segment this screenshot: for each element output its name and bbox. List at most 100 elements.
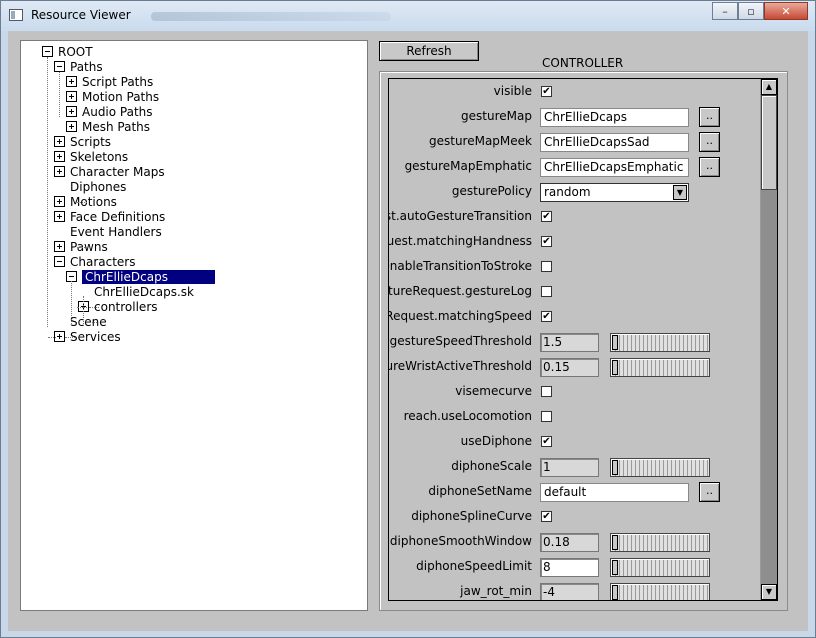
property-row: diphoneSmoothWindow 0.18 — [389, 531, 759, 553]
expand-icon[interactable] — [54, 196, 65, 207]
expand-icon[interactable] — [66, 91, 77, 102]
tree-item[interactable]: Characters — [54, 254, 136, 269]
property-text-field[interactable]: ChrEllieDcapsEmphatic — [540, 158, 689, 177]
browse-button[interactable]: .. — [699, 157, 720, 177]
tree-item[interactable]: ChrEllieDcaps — [66, 269, 215, 284]
scroll-thumb[interactable] — [761, 95, 777, 190]
tree-item[interactable]: Script Paths — [66, 74, 153, 89]
tree-item-label: Event Handlers — [70, 224, 162, 239]
slider-knob[interactable] — [612, 560, 618, 575]
tree-item-label: Diphones — [70, 179, 127, 194]
tree-item[interactable]: ROOT — [42, 44, 93, 59]
property-checkbox[interactable] — [541, 261, 552, 272]
property-row: jaw_rot_min -4 — [389, 581, 759, 600]
tree-item-label: Paths — [70, 59, 103, 74]
tree-connector — [77, 307, 87, 308]
property-slider[interactable] — [610, 533, 710, 552]
property-label: diphoneScale — [451, 459, 532, 473]
tree-item-label: ChrEllieDcaps — [82, 269, 215, 284]
collapse-icon[interactable] — [54, 61, 65, 72]
property-checkbox[interactable]: ✔ — [541, 311, 552, 322]
tree-item[interactable]: Audio Paths — [66, 104, 153, 119]
property-row: visible ✔ — [389, 81, 759, 103]
property-slider[interactable] — [610, 558, 710, 577]
property-number-field[interactable]: 1.5 — [540, 333, 599, 352]
property-checkbox[interactable]: ✔ — [541, 511, 552, 522]
tree-item[interactable]: Scripts — [54, 134, 111, 149]
property-number-field[interactable]: 0.18 — [540, 533, 599, 552]
scroll-track[interactable] — [761, 190, 777, 584]
property-slider[interactable] — [610, 358, 710, 377]
collapse-icon[interactable] — [42, 46, 53, 57]
scroll-up-icon[interactable]: ▲ — [761, 79, 777, 95]
browse-button[interactable]: .. — [699, 132, 720, 152]
expand-icon[interactable] — [66, 121, 77, 132]
tree-item[interactable]: Paths — [54, 59, 103, 74]
property-number-field[interactable]: 1 — [540, 458, 599, 477]
property-checkbox[interactable] — [541, 411, 552, 422]
tree-item[interactable]: Services — [54, 329, 121, 344]
minimize-button[interactable]: – — [712, 2, 738, 20]
slider-knob[interactable] — [612, 535, 618, 550]
property-row: diphoneSpeedLimit 8 — [389, 556, 759, 578]
property-checkbox[interactable]: ✔ — [541, 436, 552, 447]
tree-item[interactable]: Character Maps — [54, 164, 165, 179]
property-number-field[interactable]: -4 — [540, 583, 599, 600]
property-label: .enableTransitionToStroke — [388, 259, 532, 273]
property-label: diphoneSpeedLimit — [416, 559, 532, 573]
property-number-field[interactable]: 8 — [540, 558, 599, 577]
property-checkbox[interactable]: ✔ — [541, 86, 552, 97]
property-label: visemecurve — [455, 384, 532, 398]
tree-item[interactable]: Diphones — [70, 179, 126, 194]
property-text-field[interactable]: default — [540, 483, 689, 502]
property-text-field[interactable]: ChrEllieDcapsSad — [540, 133, 689, 152]
expand-icon[interactable] — [54, 166, 65, 177]
property-checkbox[interactable] — [541, 386, 552, 397]
property-text-field[interactable]: ChrEllieDcaps — [540, 108, 689, 127]
scroll-down-icon[interactable]: ▼ — [761, 584, 777, 600]
title-bar[interactable]: Resource Viewer – ▫ ✕ — [1, 1, 815, 31]
property-checkbox[interactable]: ✔ — [541, 236, 552, 247]
property-slider[interactable] — [610, 458, 710, 477]
tree-item[interactable]: ChrEllieDcaps.sk — [94, 284, 194, 299]
close-button[interactable]: ✕ — [764, 2, 808, 20]
property-checkbox[interactable]: ✔ — [541, 211, 552, 222]
expand-icon[interactable] — [66, 106, 77, 117]
expand-icon[interactable] — [54, 151, 65, 162]
property-slider[interactable] — [610, 333, 710, 352]
property-number-field[interactable]: 0.15 — [540, 358, 599, 377]
browse-button[interactable]: .. — [699, 482, 720, 502]
property-row: gestureMapEmphatic ChrEllieDcapsEmphatic.… — [389, 156, 759, 178]
property-label: gestureMapEmphatic — [404, 159, 532, 173]
tree-item[interactable]: Event Handlers — [70, 224, 162, 239]
controller-title: CONTROLLER — [542, 56, 624, 70]
property-checkbox[interactable] — [541, 286, 552, 297]
tree-item[interactable]: Face Definitions — [54, 209, 165, 224]
refresh-button[interactable]: Refresh — [379, 41, 479, 61]
property-row: visemecurve — [389, 381, 759, 403]
tree-item[interactable]: Motion Paths — [66, 89, 159, 104]
slider-knob[interactable] — [612, 360, 618, 375]
expand-icon[interactable] — [54, 241, 65, 252]
tree-item[interactable]: Skeletons — [54, 149, 128, 164]
property-slider[interactable] — [610, 583, 710, 600]
property-dropdown[interactable]: random ▼ — [540, 183, 689, 202]
expand-icon[interactable] — [54, 136, 65, 147]
chevron-down-icon[interactable]: ▼ — [673, 185, 687, 200]
tree-connector — [65, 337, 75, 338]
property-row: estureWristActiveThreshold 0.15 — [389, 356, 759, 378]
property-label: diphoneSmoothWindow — [389, 534, 532, 548]
collapse-icon[interactable] — [54, 256, 65, 267]
tree-item[interactable]: Mesh Paths — [66, 119, 150, 134]
browse-button[interactable]: .. — [699, 107, 720, 127]
property-row: diphoneSplineCurve ✔ — [389, 506, 759, 528]
resource-tree[interactable]: ROOT Paths Script Paths Motion Paths Audio P… — [20, 40, 368, 611]
slider-knob[interactable] — [612, 335, 618, 350]
maximize-button[interactable]: ▫ — [738, 2, 764, 20]
expand-icon[interactable] — [54, 211, 65, 222]
slider-knob[interactable] — [612, 460, 618, 475]
properties-scrollbar[interactable]: ▲ ▼ — [760, 79, 777, 600]
tree-connector — [59, 72, 60, 117]
expand-icon[interactable] — [66, 76, 77, 87]
slider-knob[interactable] — [612, 585, 618, 600]
